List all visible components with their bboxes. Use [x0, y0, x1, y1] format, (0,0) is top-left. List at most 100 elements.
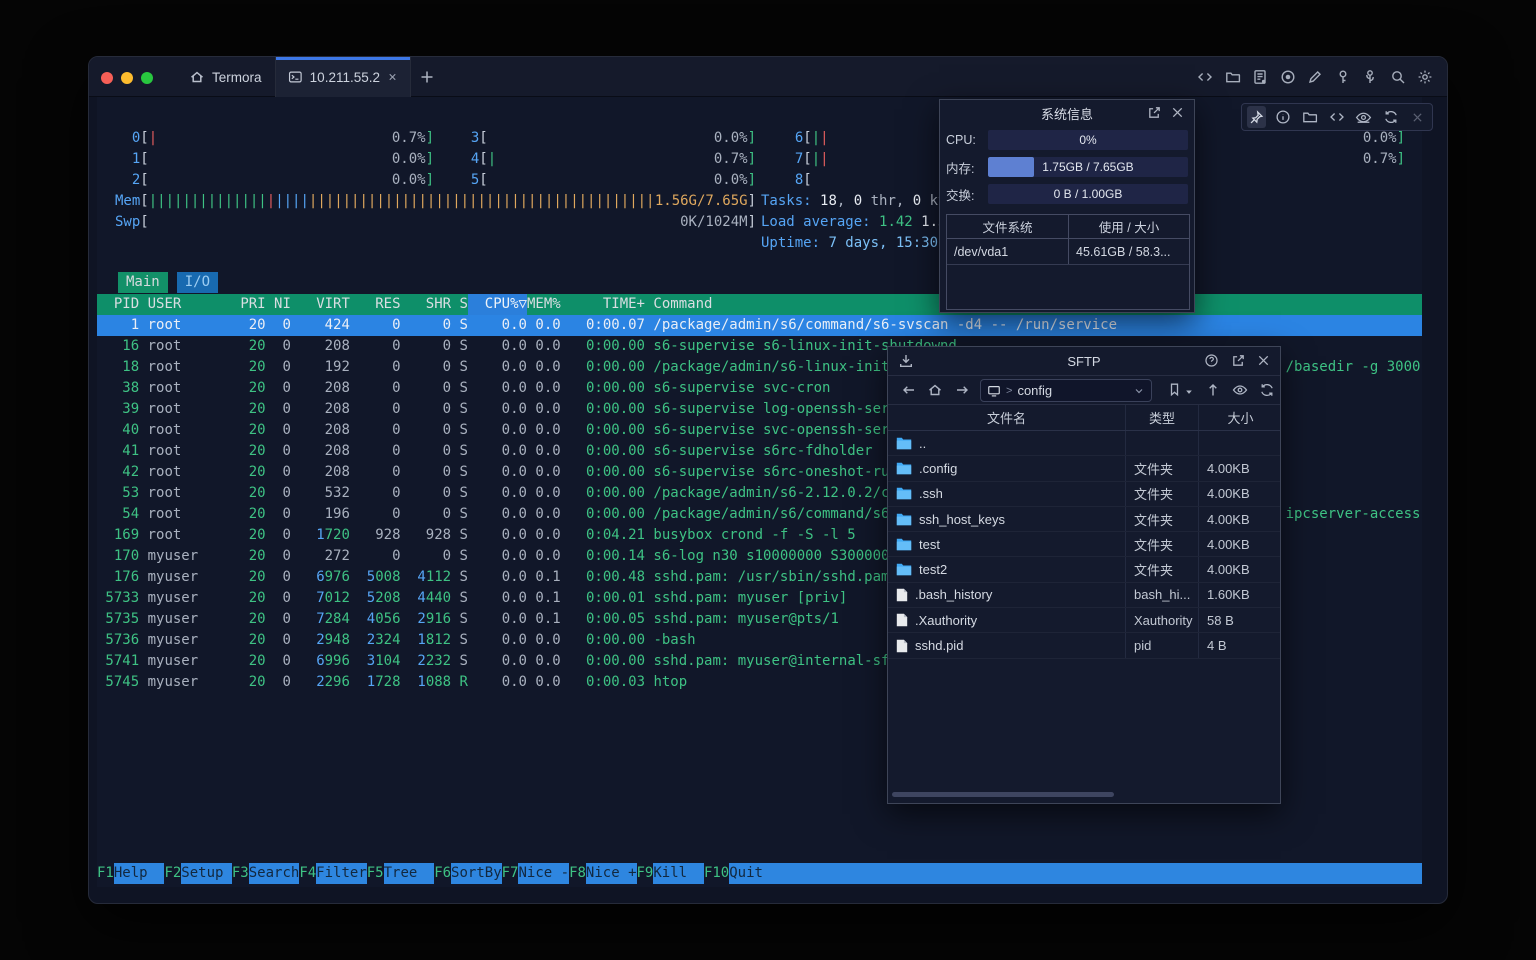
fn-key-f1[interactable]: F1 [97, 863, 114, 884]
file-name: test [919, 537, 940, 552]
fn-key-f2[interactable]: F2 [164, 863, 181, 884]
edit-icon[interactable] [1307, 69, 1323, 85]
column-header-cpu[interactable]: CPU%▽ [468, 294, 527, 315]
keychain-icon[interactable] [1362, 69, 1378, 85]
size-column-header[interactable]: 大小 [1198, 405, 1282, 430]
info-button[interactable] [1274, 106, 1293, 128]
open-external-icon[interactable] [1231, 353, 1246, 368]
refresh-button[interactable] [1381, 106, 1400, 128]
sftp-row-sshd.pid[interactable]: sshd.pidpid4 B [888, 633, 1280, 658]
mem-meter: Mem[||||||||||||||||||||||||||||||||||||… [115, 191, 756, 212]
sftp-column-headers[interactable]: 文件名 类型 大小 [888, 405, 1280, 431]
new-tab-button[interactable] [419, 69, 435, 85]
help-icon[interactable] [1204, 353, 1219, 368]
close-icon[interactable] [1256, 353, 1271, 368]
process-table-header[interactable]: PID USER PRI NI VIRT RES SHR S CPU%▽MEM%… [97, 294, 1422, 315]
process-row-pid-1[interactable]: 1 root 20 0 424 0 0 S 0.0 0.0 0:00.07 /p… [97, 315, 1422, 336]
htop-tab-io[interactable]: I/O [177, 272, 218, 293]
folder-icon[interactable] [1225, 69, 1241, 85]
upload-icon[interactable] [1205, 382, 1221, 398]
settings-icon[interactable] [1417, 69, 1433, 85]
file-size: 1.60KB [1198, 583, 1282, 607]
gpu-button[interactable] [1354, 106, 1373, 128]
chevron-down-icon[interactable] [1133, 385, 1145, 397]
column-header-ni[interactable]: NI [266, 294, 291, 315]
close-toolbar-button[interactable] [1408, 106, 1427, 128]
log-icon[interactable] [1252, 69, 1268, 85]
name-column-header[interactable]: 文件名 [888, 405, 1125, 430]
sysinfo-meter: CPU:0% [946, 130, 1188, 150]
fn-key-f8[interactable]: F8 [569, 863, 586, 884]
column-header-s[interactable]: S [460, 294, 468, 315]
fn-label-f8[interactable]: Nice + [586, 863, 637, 884]
sftp-row-.ssh[interactable]: .ssh文件夹4.00KB [888, 482, 1280, 507]
fn-key-f9[interactable]: F9 [637, 863, 654, 884]
fn-label-f3[interactable]: Search [249, 863, 300, 884]
cpu-meter-5: 5[0.0%] [454, 170, 756, 191]
fn-label-f1[interactable]: Help [114, 863, 165, 884]
sysinfo-meter-bar: 0% [988, 130, 1188, 150]
sftp-row-.Xauthority[interactable]: .XauthorityXauthority58 B [888, 608, 1280, 633]
sftp-row-.config[interactable]: .config文件夹4.00KB [888, 456, 1280, 481]
fn-label-f6[interactable]: SortBy [451, 863, 502, 884]
back-icon[interactable] [901, 382, 917, 398]
home-icon[interactable] [927, 382, 943, 398]
sftp-row-.bash_history[interactable]: .bash_historybash_hi...1.60KB [888, 583, 1280, 608]
column-header-command[interactable]: Command [653, 294, 712, 315]
close-icon[interactable] [1170, 105, 1185, 120]
fn-label-f7[interactable]: Nice - [518, 863, 569, 884]
column-header-pid[interactable]: PID [97, 294, 139, 315]
sftp-panel: SFTP > config 文件名 类型 大小 ...c [887, 346, 1281, 804]
code-icon[interactable] [1197, 69, 1213, 85]
bookmark-dropdown-icon[interactable] [1184, 387, 1194, 397]
sftp-row-test2[interactable]: test2文件夹4.00KB [888, 557, 1280, 582]
folder-button[interactable] [1301, 106, 1320, 128]
fn-key-f5[interactable]: F5 [367, 863, 384, 884]
tab-termora-label: Termora [212, 70, 262, 85]
sftp-row-ssh_host_keys[interactable]: ssh_host_keys文件夹4.00KB [888, 507, 1280, 532]
show-hidden-icon[interactable] [1232, 382, 1248, 398]
breadcrumb-path: config [1017, 383, 1052, 398]
tab-session[interactable]: 10.211.55.2 [275, 57, 411, 97]
column-header-pri[interactable]: PRI [232, 294, 266, 315]
fn-key-f7[interactable]: F7 [502, 863, 519, 884]
pin-button[interactable] [1247, 106, 1266, 128]
fn-label-f10[interactable]: Quit [729, 863, 780, 884]
download-icon[interactable] [898, 353, 914, 369]
column-header-res[interactable]: RES [350, 294, 401, 315]
column-header-time[interactable]: TIME+ [561, 294, 645, 315]
fn-label-f2[interactable]: Setup [181, 863, 232, 884]
sftp-row-..[interactable]: .. [888, 431, 1280, 456]
fn-label-f5[interactable]: Tree [384, 863, 435, 884]
path-breadcrumb[interactable]: > config [980, 379, 1152, 402]
column-header-virt[interactable]: VIRT [291, 294, 350, 315]
fn-label-f9[interactable]: Kill [653, 863, 704, 884]
fn-key-f10[interactable]: F10 [704, 863, 729, 884]
tab-termora[interactable]: Termora [177, 57, 275, 97]
sftp-row-test[interactable]: test文件夹4.00KB [888, 532, 1280, 557]
horizontal-scrollbar[interactable] [892, 792, 1114, 797]
zoom-window-button[interactable] [141, 72, 153, 84]
cpu-meter-1: 1[0.0%] [115, 149, 434, 170]
open-external-icon[interactable] [1147, 105, 1162, 120]
fn-key-f6[interactable]: F6 [434, 863, 451, 884]
record-icon[interactable] [1280, 69, 1296, 85]
fn-key-f4[interactable]: F4 [299, 863, 316, 884]
fn-label-f4[interactable]: Filter [316, 863, 367, 884]
refresh-icon[interactable] [1259, 382, 1275, 398]
code-button[interactable] [1328, 106, 1347, 128]
close-window-button[interactable] [101, 72, 113, 84]
fn-key-f3[interactable]: F3 [232, 863, 249, 884]
htop-tab-main[interactable]: Main [118, 272, 168, 293]
bookmark-icon[interactable] [1167, 382, 1182, 397]
forward-icon[interactable] [954, 382, 970, 398]
minimize-window-button[interactable] [121, 72, 133, 84]
column-header-mem[interactable]: MEM% [527, 294, 561, 315]
column-header-user[interactable]: USER [148, 294, 232, 315]
type-column-header[interactable]: 类型 [1125, 405, 1198, 430]
column-header-shr[interactable]: SHR [401, 294, 452, 315]
search-icon[interactable] [1390, 69, 1406, 85]
close-tab-icon[interactable] [387, 71, 398, 83]
key-icon[interactable] [1335, 69, 1351, 85]
function-key-bar: F1Help F2Setup F3SearchF4FilterF5Tree F6… [97, 863, 1422, 884]
